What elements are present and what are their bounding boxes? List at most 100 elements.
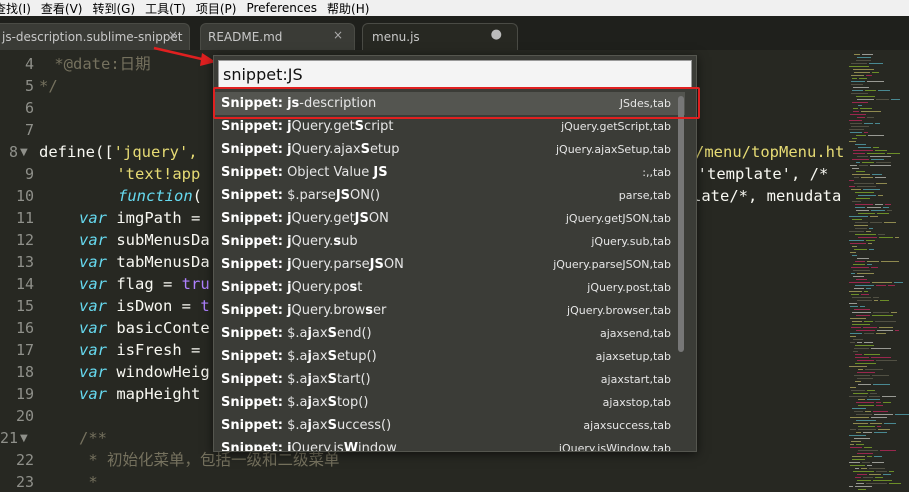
minimap-line [857, 378, 873, 379]
minimap-line [849, 435, 866, 436]
code-line: * 初始化菜单，包括一级和二级菜单 [79, 451, 340, 469]
minimap-line [858, 369, 863, 370]
minimap-line [854, 249, 867, 250]
fold-arrow-icon[interactable]: ▼ [20, 433, 28, 444]
palette-item[interactable]: Snippet: jQuery.isWindow jQuery.isWindow,… [215, 437, 685, 451]
code-line: var tabMenusDa [79, 253, 210, 271]
palette-item[interactable]: Snippet: jQuery.getJSON jQuery.getJSON,ta… [215, 207, 685, 230]
minimap-line [883, 402, 891, 403]
line-number: 20 [15, 407, 34, 425]
minimap-line [855, 222, 868, 223]
minimap-line [856, 483, 864, 484]
minimap-line [881, 261, 899, 262]
minimap-line [849, 291, 862, 292]
minimap-line [869, 396, 880, 397]
results-scrollbar[interactable] [678, 96, 684, 352]
minimap-line [854, 177, 859, 178]
palette-item[interactable]: Snippet: $.parseJSON() parse,tab [215, 184, 685, 207]
minimap-line [850, 333, 862, 334]
minimap-line [867, 456, 872, 457]
line-number: 23 [15, 473, 34, 491]
minimap-line [858, 405, 874, 406]
minimap-line [876, 360, 897, 361]
palette-item[interactable]: Snippet: js-description JSdes,tab [215, 92, 685, 115]
minimap-line [851, 390, 865, 391]
minimap-line [849, 303, 857, 304]
tab-menu-js[interactable]: menu.js ● [362, 23, 518, 50]
minimap-line [849, 120, 862, 121]
menu-preferences[interactable]: Preferences [246, 1, 327, 15]
minimap-line [874, 300, 878, 301]
palette-item[interactable]: Snippet: $.ajaxSetup() ajaxsetup,tab [215, 345, 685, 368]
menu-tools[interactable]: 工具(T) [145, 0, 196, 16]
command-palette-input[interactable] [218, 60, 692, 88]
minimap-line [854, 225, 868, 226]
menu-view[interactable]: 查看(V) [41, 0, 93, 16]
palette-item[interactable]: Snippet: $.ajaxStop() ajaxstop,tab [215, 391, 685, 414]
minimap-line [852, 255, 857, 256]
palette-item[interactable]: Snippet: $.ajaxSuccess() ajaxsuccess,tab [215, 414, 685, 437]
menu-help[interactable]: 帮助(H) [327, 0, 379, 16]
minimap-line [858, 489, 866, 490]
minimap-line [851, 84, 863, 85]
minimap[interactable] [845, 50, 909, 492]
minimap-line [852, 138, 857, 139]
minimap-line [849, 282, 870, 283]
minimap-line [851, 327, 861, 328]
minimap-line [856, 60, 871, 61]
close-icon[interactable]: × [333, 28, 343, 42]
minimap-line [876, 183, 887, 184]
minimap-line [851, 294, 859, 295]
minimap-line [866, 231, 871, 232]
minimap-line [849, 129, 864, 130]
menu-project[interactable]: 项目(P) [196, 0, 247, 16]
minimap-line [859, 78, 867, 79]
minimap-line [853, 339, 863, 340]
palette-item[interactable]: Snippet: jQuery.sub jQuery.sub,tab [215, 230, 685, 253]
minimap-line [858, 429, 876, 430]
code-line: * [79, 473, 98, 491]
palette-item-label: Snippet: $.parseJSON() [221, 188, 381, 203]
close-icon[interactable]: × [168, 28, 178, 42]
line-number: 14 [15, 275, 34, 293]
menu-find[interactable]: 查找(I) [0, 0, 41, 16]
palette-item[interactable]: Snippet: jQuery.post jQuery.post,tab [215, 276, 685, 299]
minimap-line [864, 342, 873, 343]
code-line: var windowHeig [79, 363, 210, 381]
palette-item-trigger: JSdes,tab [619, 97, 671, 110]
palette-item[interactable]: Snippet: jQuery.getScript jQuery.getScrip… [215, 115, 685, 138]
command-palette: Snippet: js-descriptionJSdes,tabSnippet:… [213, 55, 697, 452]
minimap-line [850, 306, 858, 307]
palette-item-label: Snippet: $.ajaxSend() [221, 326, 372, 341]
palette-item-label: Snippet: $.ajaxSetup() [221, 349, 377, 364]
minimap-line [876, 99, 889, 100]
fold-arrow-icon[interactable]: ▼ [20, 147, 28, 158]
minimap-line [866, 483, 887, 484]
minimap-line [852, 297, 871, 298]
tab-label: js-description.sublime-snippet [2, 29, 183, 44]
tab-readme[interactable]: README.md × [200, 23, 355, 50]
palette-item[interactable]: Snippet: jQuery.browser jQuery.browser,ta… [215, 299, 685, 322]
minimap-line [858, 237, 877, 238]
palette-item-trigger: ajaxsetup,tab [595, 350, 671, 363]
minimap-line [889, 483, 901, 484]
minimap-line [863, 189, 880, 190]
minimap-line [857, 258, 869, 259]
minimap-line [883, 474, 891, 475]
code-line: */ [39, 77, 58, 95]
code-line: var isDwon = t [79, 297, 210, 315]
palette-item[interactable]: Snippet: jQuery.parseJSON jQuery.parseJSO… [215, 253, 685, 276]
minimap-line [854, 375, 870, 376]
minimap-line [858, 195, 876, 196]
minimap-line [875, 177, 886, 178]
palette-item[interactable]: Snippet: Object Value JS:,,tab [215, 161, 685, 184]
menu-goto[interactable]: 转到(G) [92, 0, 145, 16]
palette-item-trigger: ajaxsend,tab [599, 327, 671, 340]
palette-item[interactable]: Snippet: jQuery.ajaxSetup jQuery.ajaxSetu… [215, 138, 685, 161]
minimap-line [852, 102, 868, 103]
minimap-line [873, 384, 890, 385]
code-line: late/*, menudata [692, 187, 842, 205]
code-line: 'text!app [79, 165, 201, 183]
palette-item[interactable]: Snippet: $.ajaxStart() ajaxstart,tab [215, 368, 685, 391]
palette-item[interactable]: Snippet: $.ajaxSend() ajaxsend,tab [215, 322, 685, 345]
